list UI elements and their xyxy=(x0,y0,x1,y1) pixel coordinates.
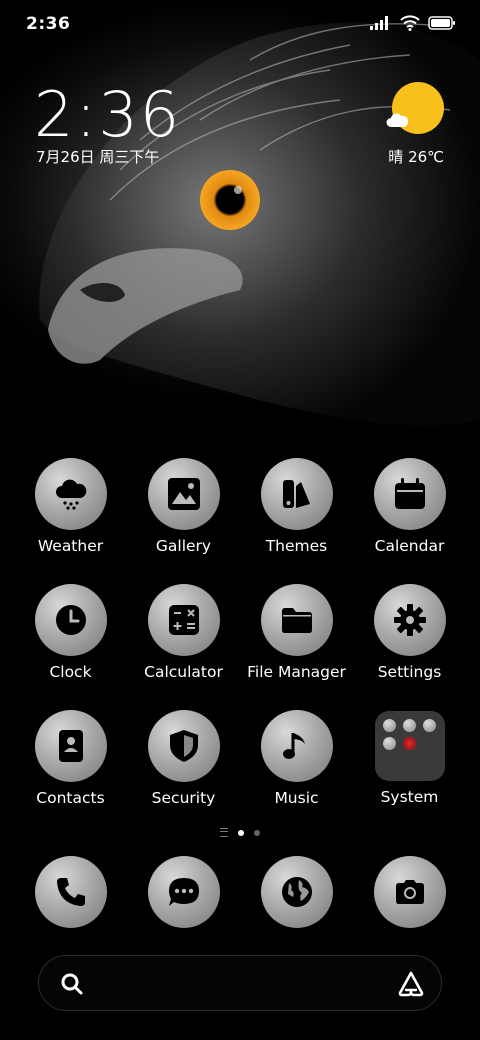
app-themes[interactable]: Themes xyxy=(240,458,353,555)
app-file-manager[interactable]: File Manager xyxy=(240,584,353,681)
app-music[interactable]: Music xyxy=(240,710,353,807)
dock-messages[interactable] xyxy=(127,856,240,928)
app-calculator[interactable]: Calculator xyxy=(127,584,240,681)
shield-icon xyxy=(147,710,220,782)
status-bar: 2:36 xyxy=(0,0,480,50)
app-label: Gallery xyxy=(155,537,212,555)
app-label: Weather xyxy=(37,537,104,555)
app-label: Contacts xyxy=(36,789,105,807)
app-label: Security xyxy=(151,789,216,807)
message-icon xyxy=(147,856,220,928)
folder-grid-icon xyxy=(374,711,445,781)
dock-browser[interactable] xyxy=(240,856,353,928)
app-label: System xyxy=(380,788,439,806)
app-clock[interactable]: Clock xyxy=(14,584,127,681)
camera-icon xyxy=(373,856,446,928)
lockscreen-clock[interactable]: 2:36 xyxy=(34,78,181,151)
app-gallery[interactable]: Gallery xyxy=(127,458,240,555)
search-icon[interactable] xyxy=(59,971,85,997)
app-label: Settings xyxy=(377,663,442,681)
eagle-wallpaper-image xyxy=(39,22,480,426)
phone-icon xyxy=(34,856,107,928)
browser-globe-icon xyxy=(260,856,333,928)
wifi-icon xyxy=(400,15,420,31)
app-label: Calculator xyxy=(144,663,223,681)
music-note-icon xyxy=(260,710,333,782)
signal-icon xyxy=(370,16,388,30)
app-settings[interactable]: Settings xyxy=(353,584,466,681)
page-dot xyxy=(254,829,260,836)
lockscreen-date: 7月26日 周三下午 xyxy=(36,148,160,166)
calendar-icon xyxy=(373,458,446,530)
folder-icon xyxy=(260,584,333,656)
app-calendar[interactable]: Calendar xyxy=(353,458,466,555)
app-security[interactable]: Security xyxy=(127,710,240,807)
weather-icon xyxy=(34,458,107,530)
gear-icon xyxy=(373,584,446,656)
app-weather[interactable]: Weather xyxy=(14,458,127,555)
weather-text: 晴 26℃ xyxy=(388,148,444,166)
page-dot-active xyxy=(238,829,244,836)
cloud-icon xyxy=(386,113,408,127)
themes-icon xyxy=(260,458,333,530)
search-bar[interactable] xyxy=(38,955,442,1011)
app-system-folder[interactable]: System xyxy=(353,710,466,806)
gallery-icon xyxy=(147,458,220,530)
app-label: Clock xyxy=(49,663,92,681)
app-label: Calendar xyxy=(374,537,445,555)
assistant-icon[interactable] xyxy=(397,970,425,998)
page-indicator-menu-icon xyxy=(220,828,228,837)
status-time: 2:36 xyxy=(26,14,71,34)
app-label: File Manager xyxy=(247,663,346,681)
page-indicator[interactable] xyxy=(0,828,480,837)
dock-phone[interactable] xyxy=(14,856,127,928)
dock-camera[interactable] xyxy=(353,856,466,928)
weather-widget[interactable]: 晴 26℃ xyxy=(386,82,444,172)
app-label: Music xyxy=(274,789,319,807)
clock-icon xyxy=(34,584,107,656)
app-label: Themes xyxy=(265,537,328,555)
app-contacts[interactable]: Contacts xyxy=(14,710,127,807)
calculator-icon xyxy=(147,584,220,656)
contacts-icon xyxy=(34,710,107,782)
battery-icon xyxy=(428,16,455,30)
